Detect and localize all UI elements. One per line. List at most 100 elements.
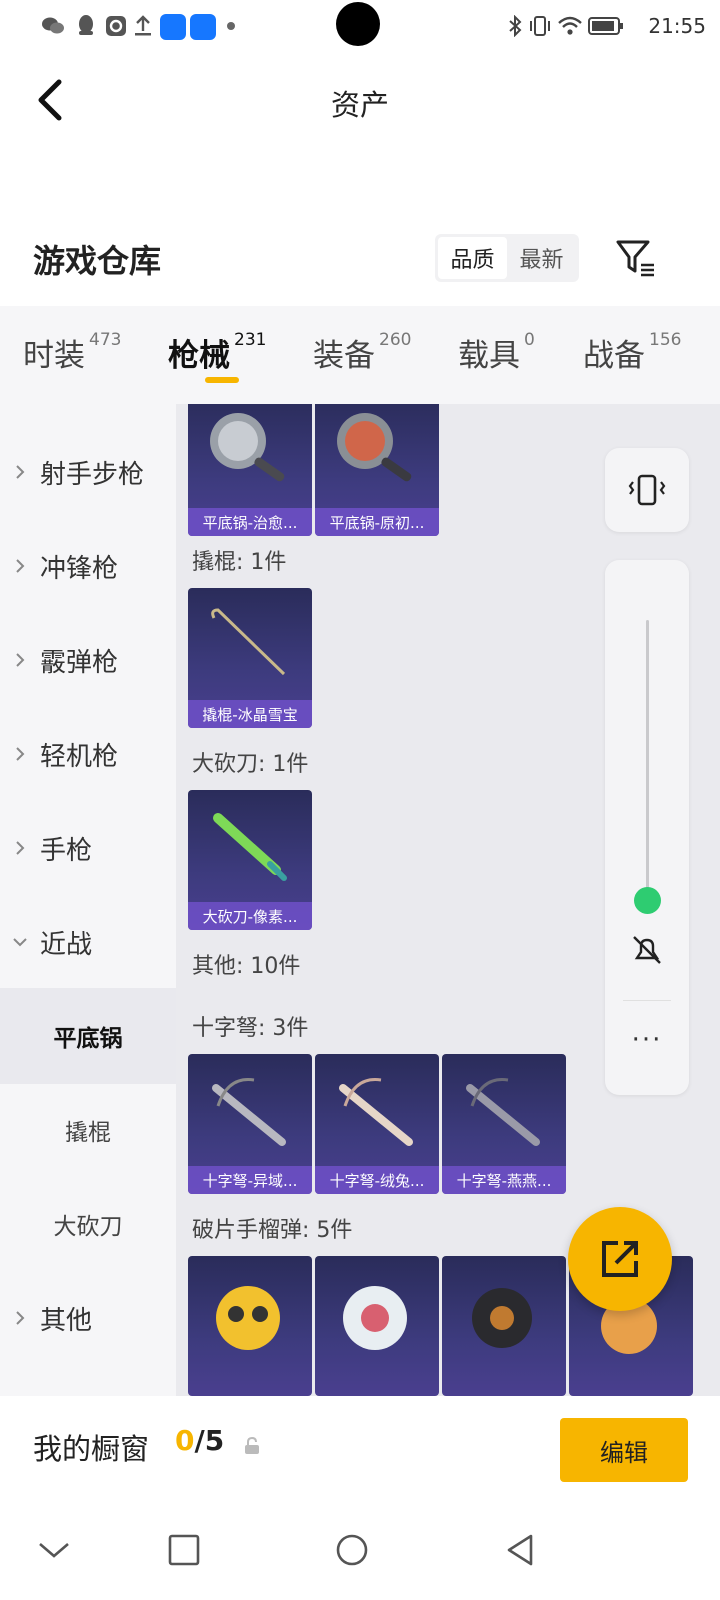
item-card[interactable] (315, 1256, 439, 1396)
sidebar-item-label: 射手步枪 (40, 459, 145, 490)
tab-label: 装备 (313, 338, 375, 374)
sidebar-subitem-pan[interactable]: 平底锅 (0, 988, 176, 1084)
sidebar-item-pistol[interactable]: 手枪 (0, 800, 176, 896)
sidebar-item-other[interactable]: 其他 (0, 1270, 176, 1366)
q-app-icon (104, 14, 128, 38)
chevron-right-icon (0, 463, 40, 481)
tab-equipment[interactable]: 装备 260 (313, 330, 411, 380)
chevron-right-icon (0, 839, 40, 857)
app-icon (190, 14, 216, 40)
item-card[interactable] (442, 1256, 566, 1396)
sidebar-item-shotgun[interactable]: 霰弹枪 (0, 612, 176, 708)
group-label: 撬棍: 1件 (192, 550, 287, 575)
sidebar-subitem-machete[interactable]: 大砍刀 (0, 1176, 176, 1272)
vibrate-icon (628, 474, 666, 506)
nav-recents-button[interactable] (154, 1520, 214, 1580)
bluetooth-icon (506, 14, 524, 38)
sidebar-subitem-crowbar[interactable]: 撬棍 (0, 1082, 176, 1178)
chevron-down-icon (39, 1543, 69, 1558)
tab-vehicles[interactable]: 载具 0 (458, 330, 535, 380)
showcase-total: /5 (194, 1424, 225, 1457)
item-card-label: 平底锅-原初... (315, 508, 439, 536)
sort-newest-option[interactable]: 最新 (507, 237, 576, 279)
upload-icon (132, 14, 154, 38)
item-card-label: 十字弩-燕燕... (442, 1166, 566, 1194)
crossbow-image (212, 1078, 286, 1146)
sidebar-item-label: 轻机枪 (40, 741, 119, 772)
group-label: 破片手榴弹: 5件 (192, 1218, 353, 1243)
category-tabs: 时装 473 枪械 231 装备 260 载具 0 战备 156 (0, 306, 720, 404)
group-label: 十字弩: 3件 (192, 1016, 309, 1041)
clock: 21:55 (648, 14, 706, 38)
group-label: 其他: 10件 (192, 954, 301, 979)
tab-label: 载具 (458, 338, 520, 374)
volume-slider-track[interactable] (646, 620, 649, 900)
sidebar-item-melee[interactable]: 近战 (0, 894, 176, 990)
filter-button[interactable] (610, 232, 662, 284)
wifi-icon (556, 14, 584, 38)
volume-panel: ··· (605, 560, 689, 1095)
square-icon (168, 1534, 200, 1566)
sidebar-item-label: 大砍刀 (53, 1214, 123, 1240)
status-bar: 21:55 (0, 0, 720, 52)
grenade-image (472, 1288, 532, 1348)
tab-label: 枪械 (168, 338, 230, 374)
item-card[interactable]: 十字弩-异域... (188, 1054, 312, 1194)
tab-count: 473 (89, 330, 122, 350)
item-card[interactable]: 大砍刀-像素... (188, 790, 312, 930)
item-card[interactable]: 平底锅-原初... (315, 404, 439, 536)
item-card-label: 大砍刀-像素... (188, 902, 312, 930)
tab-count: 0 (524, 330, 535, 350)
item-card[interactable]: 十字弩-绒兔... (315, 1054, 439, 1194)
page-title: 资产 (330, 88, 389, 122)
tab-fashion[interactable]: 时装 473 (23, 330, 121, 380)
sort-segmented-control: 品质 最新 (435, 234, 579, 282)
tab-label: 时装 (23, 338, 85, 374)
showcase-count: 0/5 (175, 1424, 224, 1457)
nav-back-button[interactable] (490, 1520, 550, 1580)
item-card-label: 撬棍-冰晶雪宝 (188, 700, 312, 728)
sort-quality-option[interactable]: 品质 (438, 237, 507, 279)
camera-cutout (336, 2, 380, 46)
tab-count: 156 (649, 330, 682, 350)
machete-image (213, 813, 287, 881)
tab-firearms[interactable]: 枪械 231 (168, 330, 266, 380)
divider (623, 1000, 671, 1001)
notifications-off-icon[interactable] (627, 930, 667, 970)
showcase-current: 0 (175, 1424, 195, 1457)
share-button[interactable] (568, 1207, 672, 1311)
chevron-right-icon (0, 745, 40, 763)
sidebar-item-smg[interactable]: 冲锋枪 (0, 518, 176, 614)
nav-hide-button[interactable] (24, 1520, 84, 1580)
sidebar-item-label: 其他 (40, 1305, 93, 1336)
sidebar-item-label: 手枪 (40, 835, 93, 866)
edit-button[interactable]: 编辑 (560, 1418, 688, 1482)
lock-icon (245, 1436, 259, 1454)
pan-image (337, 413, 412, 482)
item-card[interactable]: 十字弩-燕燕... (442, 1054, 566, 1194)
item-card[interactable]: 平底锅-治愈... (188, 404, 312, 536)
filter-icon (616, 240, 654, 277)
sidebar-item-lmg[interactable]: 轻机枪 (0, 706, 176, 802)
battery-icon (588, 14, 624, 38)
chevron-right-icon (0, 557, 40, 575)
chevron-right-icon (0, 1309, 40, 1327)
item-card[interactable]: 撬棍-冰晶雪宝 (188, 588, 312, 728)
item-card[interactable] (188, 1256, 312, 1396)
system-nav-bar (0, 1500, 720, 1600)
qq-icon (74, 14, 98, 38)
tab-supplies[interactable]: 战备 156 (583, 330, 681, 380)
more-icon[interactable]: ··· (605, 1020, 689, 1060)
sidebar-item-marksman-rifle[interactable]: 射手步枪 (0, 424, 176, 520)
volume-slider-knob[interactable] (634, 887, 661, 914)
pan-image (210, 413, 285, 482)
vibrate-mode-button[interactable] (605, 448, 689, 532)
item-card-label: 平底锅-治愈... (188, 508, 312, 536)
grenade-image (343, 1286, 407, 1350)
nav-home-button[interactable] (322, 1520, 382, 1580)
item-card-label: 十字弩-异域... (188, 1166, 312, 1194)
subcategory-sidebar: 射手步枪 冲锋枪 霰弹枪 轻机枪 手枪 近战 平底锅 撬棍 大砍刀 其他 (0, 404, 176, 1396)
triangle-back-icon (507, 1534, 533, 1566)
tab-label: 战备 (583, 338, 645, 374)
sidebar-item-label: 霰弹枪 (40, 647, 119, 678)
